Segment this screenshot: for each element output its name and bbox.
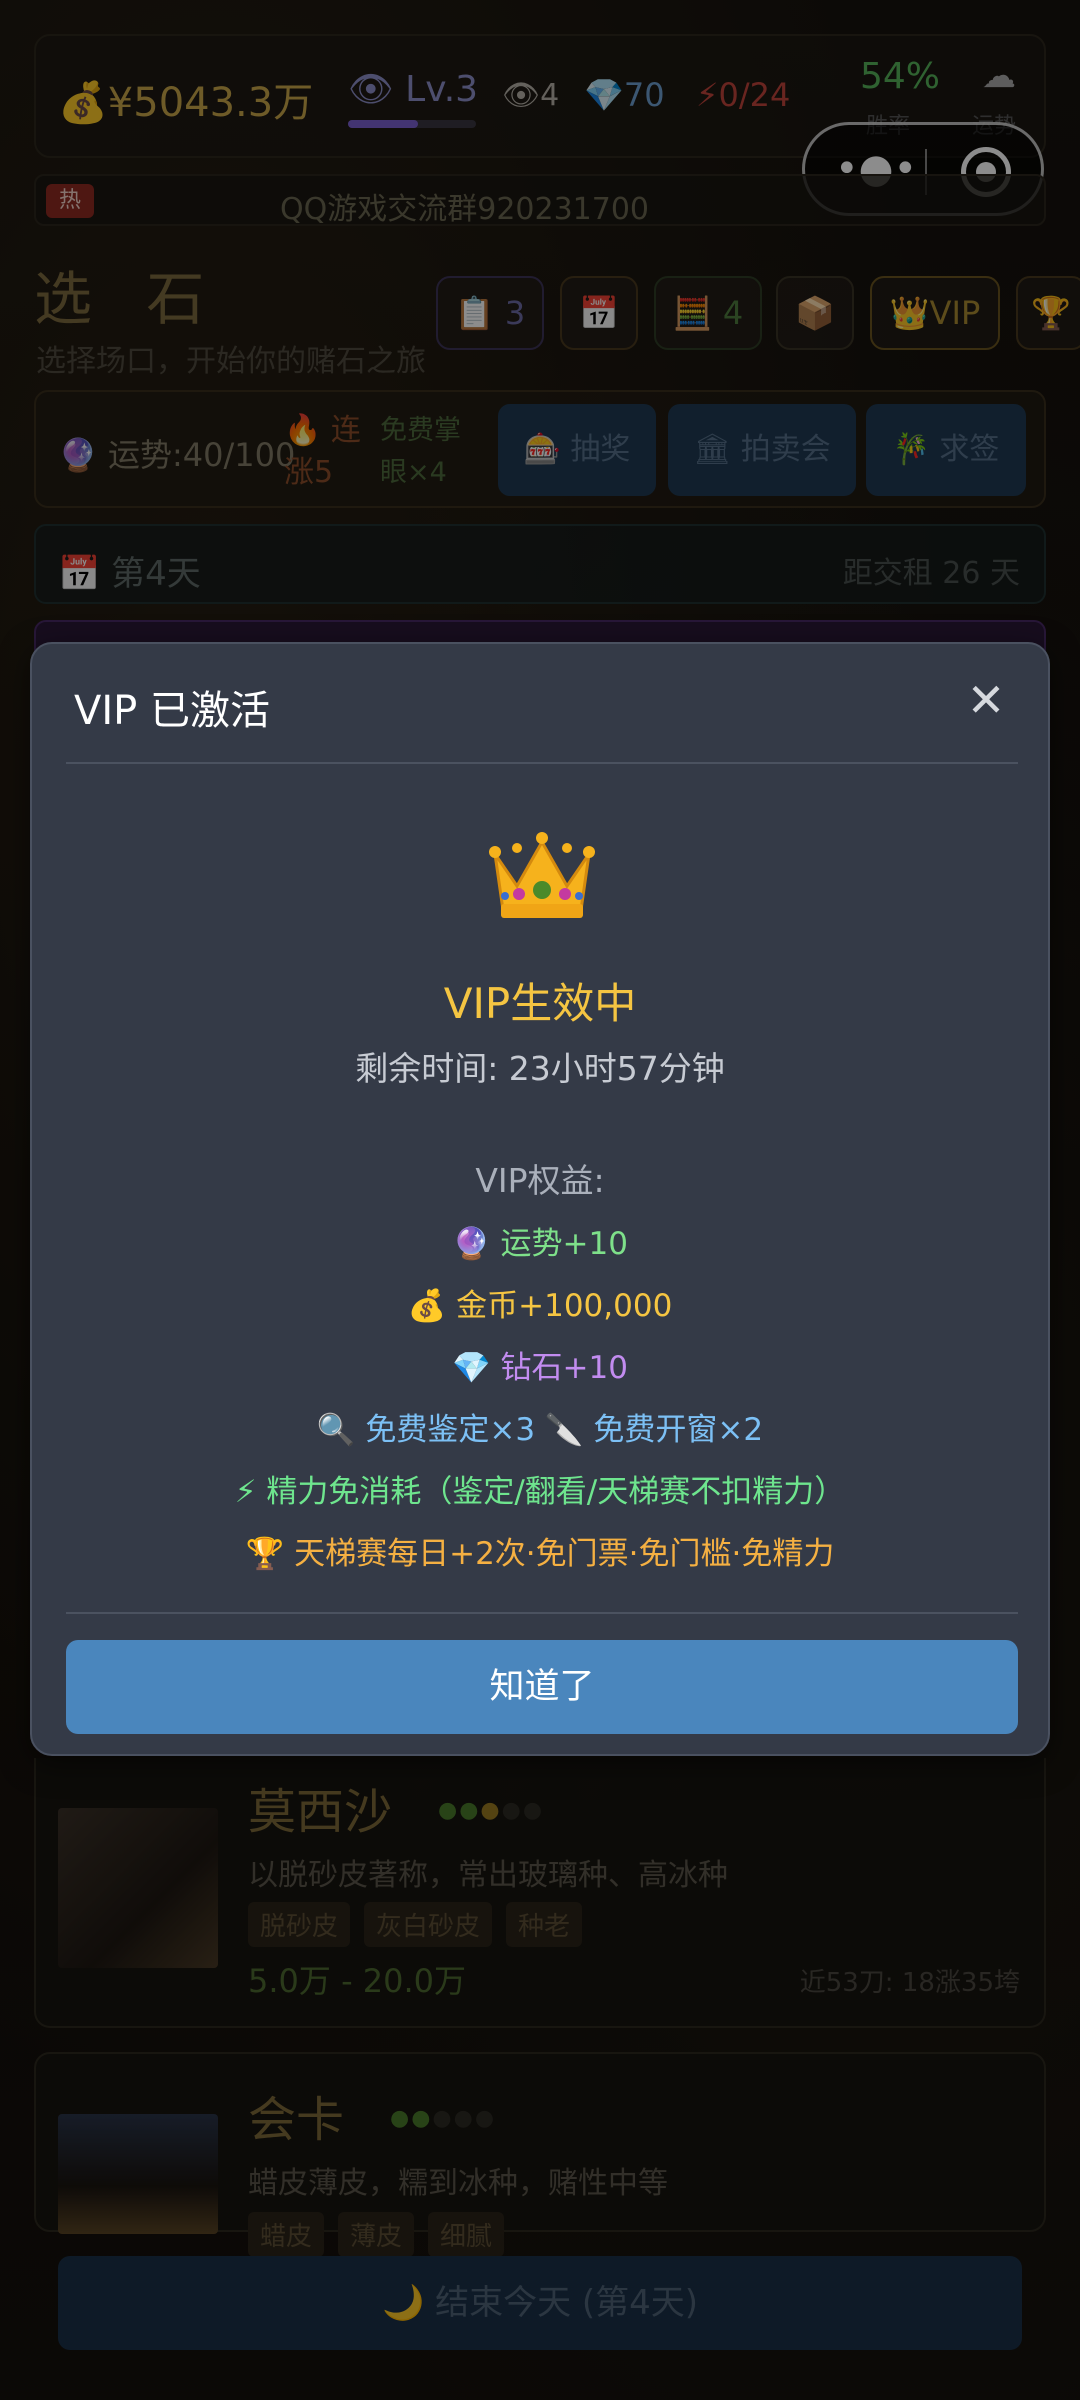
- perk-ladder: 🏆 天梯赛每日+2次·免门票·免门槛·免精力: [245, 1536, 835, 1572]
- crown-icon: [489, 832, 595, 918]
- perk-free-appraisal: 🔍 免费鉴定×3 🔪 免费开窗×2: [316, 1412, 764, 1448]
- divider: [66, 762, 1018, 764]
- vip-modal: VIP 已激活 ✕ VIP生效中 剩余时间: 23小时57分钟 VIP权益: 🔮…: [30, 642, 1050, 1756]
- close-icon[interactable]: ✕: [964, 677, 1008, 724]
- remaining-time: 剩余时间: 23小时57分钟: [355, 1049, 725, 1088]
- perk-energy: ⚡ 精力免消耗（鉴定/翻看/天梯赛不扣精力）: [234, 1474, 846, 1510]
- modal-title: VIP 已激活: [74, 688, 270, 734]
- got-it-button[interactable]: 知道了: [66, 1640, 1018, 1734]
- perk-luck: 🔮 运势+10: [452, 1226, 628, 1262]
- vip-status: VIP生效中: [443, 979, 637, 1028]
- game-page: 💰¥5043.3万 👁 Lv.3 👁4 💎70 ⚡0/24 54% 胜率 ☁ 运…: [0, 0, 1080, 2400]
- perk-coins: 💰 金币+100,000: [407, 1288, 673, 1324]
- perk-gems: 💎 钻石+10: [452, 1350, 628, 1386]
- divider: [66, 1612, 1018, 1614]
- perks-heading: VIP权益:: [475, 1161, 605, 1200]
